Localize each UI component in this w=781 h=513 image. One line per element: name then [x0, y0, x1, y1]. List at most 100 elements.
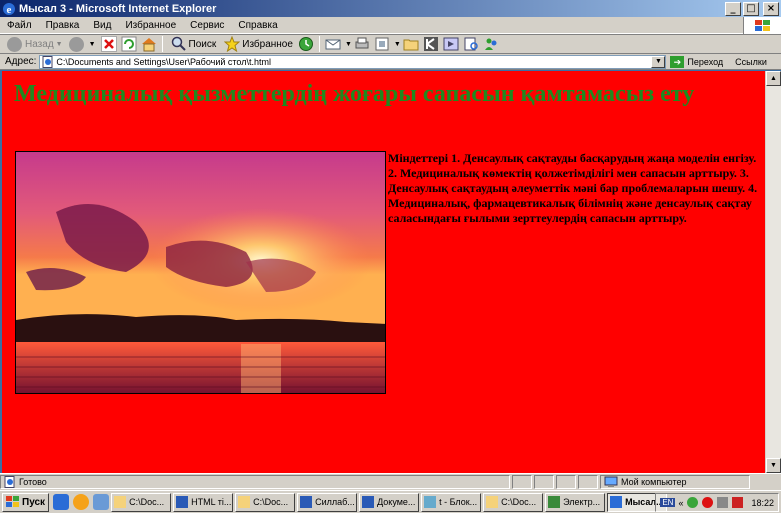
- media-quicklaunch-icon[interactable]: [73, 494, 90, 510]
- desktop-quicklaunch-icon[interactable]: [93, 494, 110, 510]
- go-arrow-icon: ➔: [670, 55, 685, 68]
- status-cell: [534, 475, 554, 489]
- menu-file[interactable]: Файл: [0, 20, 39, 31]
- forward-dropdown-icon[interactable]: ▼: [89, 41, 96, 48]
- page-content: Медициналық қызметтердің жоғары сапасын …: [2, 71, 765, 473]
- taskbar-item[interactable]: Электр...: [545, 492, 606, 512]
- start-button[interactable]: Пуск: [2, 492, 50, 512]
- minimize-button[interactable]: _: [725, 1, 741, 16]
- messenger-people-icon[interactable]: [483, 36, 499, 52]
- notepad-icon: [424, 496, 437, 508]
- search-button[interactable]: Поиск: [166, 35, 220, 53]
- menu-bar: Файл Правка Вид Избранное Сервис Справка: [0, 17, 781, 34]
- forward-button[interactable]: ▼: [66, 35, 99, 53]
- taskbar-item[interactable]: C:\Doc...: [111, 492, 172, 512]
- back-arrow-icon: [7, 36, 22, 52]
- back-dropdown-icon[interactable]: ▼: [56, 41, 63, 48]
- internet-explorer-icon: e: [3, 2, 15, 16]
- mail-icon[interactable]: [325, 36, 341, 52]
- status-cell: [578, 475, 598, 489]
- back-label: Назад: [25, 38, 54, 50]
- antivirus-icon[interactable]: [702, 497, 714, 508]
- tray-expand-icon[interactable]: «: [678, 498, 683, 508]
- back-button[interactable]: Назад ▼: [4, 35, 66, 53]
- vertical-scrollbar[interactable]: ▲ ▼: [765, 71, 781, 473]
- internet-explorer-icon: [610, 496, 623, 508]
- go-label: Переход: [687, 56, 724, 67]
- close-button[interactable]: ×: [763, 1, 779, 16]
- messenger-icon[interactable]: [423, 36, 439, 52]
- search-label: Поиск: [188, 38, 217, 50]
- ie-quicklaunch-icon[interactable]: [53, 494, 70, 510]
- favorites-label: Избранное: [242, 38, 293, 50]
- research-icon[interactable]: [463, 36, 479, 52]
- taskbar: Пуск C:\Doc... HTML ті... C:\Doc... Силл…: [0, 490, 781, 513]
- security-zone: Мой компьютер: [600, 475, 750, 489]
- folder-icon: [238, 496, 251, 508]
- menu-favorites[interactable]: Избранное: [118, 20, 183, 31]
- taskbar-item[interactable]: t - Блок...: [421, 492, 482, 512]
- forward-arrow-icon: [68, 36, 84, 52]
- clock: 18:22: [751, 497, 774, 508]
- media-icon[interactable]: [443, 36, 459, 52]
- folder-icon: [486, 496, 499, 508]
- volume-icon[interactable]: [717, 497, 729, 508]
- my-computer-icon: [604, 476, 618, 487]
- edit-dropdown-icon[interactable]: ▼: [394, 41, 401, 48]
- print-icon[interactable]: [354, 36, 370, 52]
- folder-icon: [114, 496, 127, 508]
- favorites-button[interactable]: Избранное: [219, 35, 296, 53]
- spreadsheet-icon: [548, 496, 561, 508]
- html-page-icon: [42, 55, 53, 68]
- word-doc-icon: [362, 496, 375, 508]
- status-cell: [556, 475, 576, 489]
- tasks-text: Міндеттері 1. Денсаулық сақтауды басқару…: [388, 151, 758, 225]
- scroll-down-arrow-icon[interactable]: ▼: [766, 458, 781, 473]
- address-value: C:\Documents and Settings\User\Рабочий с…: [56, 56, 271, 67]
- page-heading: Медициналық қызметтердің жоғары сапасын …: [14, 81, 695, 107]
- status-cell: [512, 475, 532, 489]
- history-icon[interactable]: [298, 36, 314, 52]
- address-label: Адрес:: [5, 56, 37, 67]
- taskbar-item[interactable]: HTML ті...: [173, 492, 234, 512]
- menu-help[interactable]: Справка: [231, 20, 284, 31]
- star-icon: [224, 36, 241, 52]
- maximize-button[interactable]: □: [743, 1, 759, 16]
- network-icon[interactable]: [687, 497, 699, 508]
- taskbar-item[interactable]: Докуме...: [359, 492, 420, 512]
- svg-text:e: e: [7, 4, 12, 16]
- standard-toolbar: Назад ▼ ▼ Поиск Избранное ▼ ▼: [0, 34, 781, 54]
- word-doc-icon: [300, 496, 313, 508]
- menu-tools[interactable]: Сервис: [183, 20, 231, 31]
- menu-view[interactable]: Вид: [86, 20, 118, 31]
- page-done-icon: [4, 476, 15, 488]
- sunset-photo: [15, 151, 386, 394]
- scroll-up-arrow-icon[interactable]: ▲: [766, 71, 781, 86]
- toolbar-separator: [161, 36, 163, 52]
- taskbar-item[interactable]: C:\Doc...: [483, 492, 544, 512]
- status-bar: Готово Мой компьютер: [0, 473, 781, 490]
- word-doc-icon: [176, 496, 189, 508]
- mail-dropdown-icon[interactable]: ▼: [345, 41, 352, 48]
- address-dropdown-icon[interactable]: ▼: [651, 55, 666, 68]
- home-icon[interactable]: [141, 36, 157, 52]
- windows-logo-icon: [743, 17, 781, 34]
- menu-edit[interactable]: Правка: [39, 20, 87, 31]
- address-bar: Адрес: C:\Documents and Settings\User\Ра…: [0, 54, 781, 70]
- folder-icon[interactable]: [403, 36, 419, 52]
- start-label: Пуск: [22, 496, 46, 508]
- zone-label: Мой компьютер: [621, 477, 687, 487]
- refresh-icon[interactable]: [121, 36, 137, 52]
- kaspersky-icon[interactable]: [732, 497, 744, 508]
- search-icon: [171, 36, 186, 51]
- language-indicator[interactable]: EN: [660, 498, 676, 507]
- status-text: Готово: [19, 477, 47, 487]
- edit-icon[interactable]: [374, 36, 390, 52]
- window-title: Мысал 3 - Microsoft Internet Explorer: [19, 2, 217, 15]
- taskbar-item[interactable]: C:\Doc...: [235, 492, 296, 512]
- address-input[interactable]: C:\Documents and Settings\User\Рабочий с…: [39, 54, 667, 69]
- links-button[interactable]: Ссылки: [735, 57, 767, 67]
- taskbar-item[interactable]: Силлаб...: [297, 492, 358, 512]
- stop-icon[interactable]: [100, 36, 117, 52]
- go-button[interactable]: ➔ Переход: [670, 55, 724, 68]
